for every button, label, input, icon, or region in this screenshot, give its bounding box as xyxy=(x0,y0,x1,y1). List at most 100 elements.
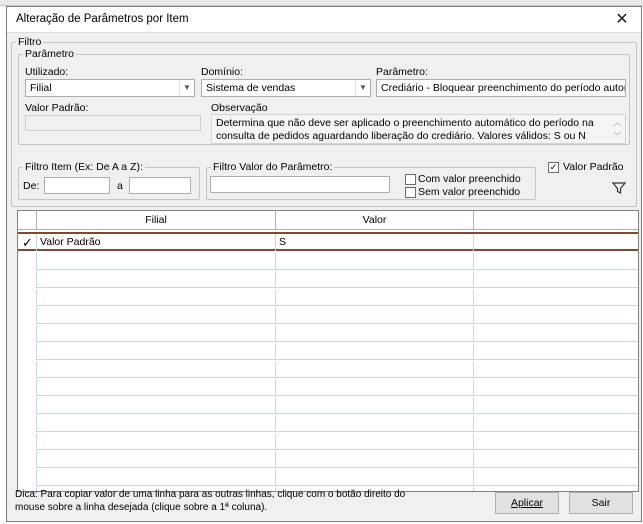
chevron-down-icon[interactable]: ▼ xyxy=(355,80,370,96)
grid-header-valor[interactable]: Valor xyxy=(276,211,474,230)
filial-cell[interactable]: Valor Padrão xyxy=(37,234,276,251)
empty-cell xyxy=(18,325,37,342)
table-row[interactable] xyxy=(18,343,638,360)
table-row[interactable] xyxy=(18,289,638,306)
table-row[interactable] xyxy=(18,469,638,486)
sem-valor-checkbox[interactable] xyxy=(405,187,416,198)
valor-padrao-label: Valor Padrão: xyxy=(25,102,89,114)
empty-cell xyxy=(18,379,37,396)
com-valor-checkbox[interactable] xyxy=(405,174,416,185)
empty-cell xyxy=(18,397,37,414)
tip-text: Dica: Para copiar valor de uma linha par… xyxy=(15,489,406,513)
empty-cell xyxy=(18,433,37,450)
empty-cell[interactable] xyxy=(37,361,276,378)
valor-cell[interactable]: S xyxy=(276,234,474,251)
empty-cell[interactable] xyxy=(276,361,474,378)
empty-cell[interactable] xyxy=(276,397,474,414)
empty-cell[interactable] xyxy=(37,289,276,306)
parameter-dialog: Alteração de Parâmetros por Item ✕ Filtr… xyxy=(6,6,642,522)
empty-cell[interactable] xyxy=(276,379,474,396)
chevron-down-icon[interactable]: ▼ xyxy=(179,80,194,96)
table-row[interactable] xyxy=(18,325,638,342)
empty-cell[interactable] xyxy=(37,343,276,360)
empty-cell xyxy=(474,234,638,251)
empty-cell[interactable] xyxy=(37,379,276,396)
empty-cell[interactable] xyxy=(37,451,276,468)
empty-cell[interactable] xyxy=(276,289,474,306)
utilizado-label: Utilizado: xyxy=(25,66,69,78)
empty-cell[interactable] xyxy=(276,469,474,486)
table-row[interactable] xyxy=(18,451,638,468)
filter-icon[interactable] xyxy=(611,181,627,195)
table-row[interactable] xyxy=(18,433,638,450)
grid-header: Filial Valor xyxy=(18,211,638,230)
dominio-select[interactable]: Sistema de vendas ▼ xyxy=(201,79,371,97)
empty-cell[interactable] xyxy=(474,469,638,486)
empty-cell xyxy=(18,289,37,306)
empty-cell[interactable] xyxy=(37,307,276,324)
filtro-valor-input[interactable] xyxy=(210,176,390,193)
filtro-legend: Filtro xyxy=(18,36,42,48)
empty-cell[interactable] xyxy=(276,343,474,360)
table-row[interactable] xyxy=(18,253,638,270)
valor-padrao-check-label: Valor Padrão xyxy=(563,161,624,173)
utilizado-select[interactable]: Filial ▼ xyxy=(25,79,195,97)
table-row[interactable] xyxy=(18,415,638,432)
empty-cell[interactable] xyxy=(474,289,638,306)
table-row[interactable] xyxy=(18,361,638,378)
chevron-down-icon[interactable]: ﹀ xyxy=(613,130,621,143)
empty-cell xyxy=(18,343,37,360)
observacao-scrollbar[interactable]: ︿ ﹀ xyxy=(610,115,625,143)
grid-header-indicator xyxy=(18,211,37,230)
empty-cell[interactable] xyxy=(276,307,474,324)
table-row[interactable] xyxy=(18,397,638,414)
empty-cell[interactable] xyxy=(474,307,638,324)
table-row[interactable] xyxy=(18,271,638,288)
empty-cell[interactable] xyxy=(474,451,638,468)
empty-cell[interactable] xyxy=(474,253,638,270)
empty-cell[interactable] xyxy=(37,271,276,288)
table-row[interactable] xyxy=(18,307,638,324)
close-icon[interactable]: ✕ xyxy=(611,10,633,30)
empty-cell[interactable] xyxy=(474,271,638,288)
empty-cell[interactable] xyxy=(474,397,638,414)
empty-cell[interactable] xyxy=(276,325,474,342)
dominio-value: Sistema de vendas xyxy=(206,82,296,94)
table-row[interactable]: ✓ Valor Padrão S xyxy=(18,232,638,251)
empty-cell[interactable] xyxy=(276,433,474,450)
window-title: Alteração de Parâmetros por Item xyxy=(16,13,189,25)
empty-cell xyxy=(18,253,37,270)
parametro-field[interactable]: Crediário - Bloquear preenchimento do pe… xyxy=(376,79,626,97)
sem-valor-label: Sem valor preenchido xyxy=(418,186,521,198)
grid-header-filial[interactable]: Filial xyxy=(37,211,276,230)
de-input[interactable] xyxy=(44,177,110,194)
empty-cell[interactable] xyxy=(276,451,474,468)
valor-padrao-checkbox[interactable]: ✓ xyxy=(548,162,559,173)
empty-cell[interactable] xyxy=(37,325,276,342)
empty-cell[interactable] xyxy=(37,415,276,432)
parametro-legend: Parâmetro xyxy=(25,48,75,60)
empty-cell[interactable] xyxy=(474,379,638,396)
de-label: De: xyxy=(23,180,40,192)
empty-cell[interactable] xyxy=(474,415,638,432)
empty-cell[interactable] xyxy=(276,415,474,432)
items-grid[interactable]: Filial Valor ✓ Valor Padrão S xyxy=(17,210,639,492)
aplicar-button[interactable]: Aplicar xyxy=(495,492,559,514)
empty-cell[interactable] xyxy=(37,397,276,414)
sair-button[interactable]: Sair xyxy=(569,492,633,514)
empty-cell[interactable] xyxy=(276,271,474,288)
title-bar: Alteração de Parâmetros por Item ✕ xyxy=(7,7,641,33)
empty-cell[interactable] xyxy=(37,433,276,450)
empty-cell[interactable] xyxy=(474,343,638,360)
parametro-value: Crediário - Bloquear preenchimento do pe… xyxy=(381,82,626,94)
empty-cell[interactable] xyxy=(474,433,638,450)
a-input[interactable] xyxy=(129,177,191,194)
empty-cell[interactable] xyxy=(276,253,474,270)
a-label: a xyxy=(117,180,123,192)
empty-cell[interactable] xyxy=(474,325,638,342)
table-row[interactable] xyxy=(18,379,638,396)
chevron-up-icon[interactable]: ︿ xyxy=(613,116,621,129)
empty-cell[interactable] xyxy=(37,253,276,270)
empty-cell[interactable] xyxy=(37,469,276,486)
empty-cell[interactable] xyxy=(474,361,638,378)
